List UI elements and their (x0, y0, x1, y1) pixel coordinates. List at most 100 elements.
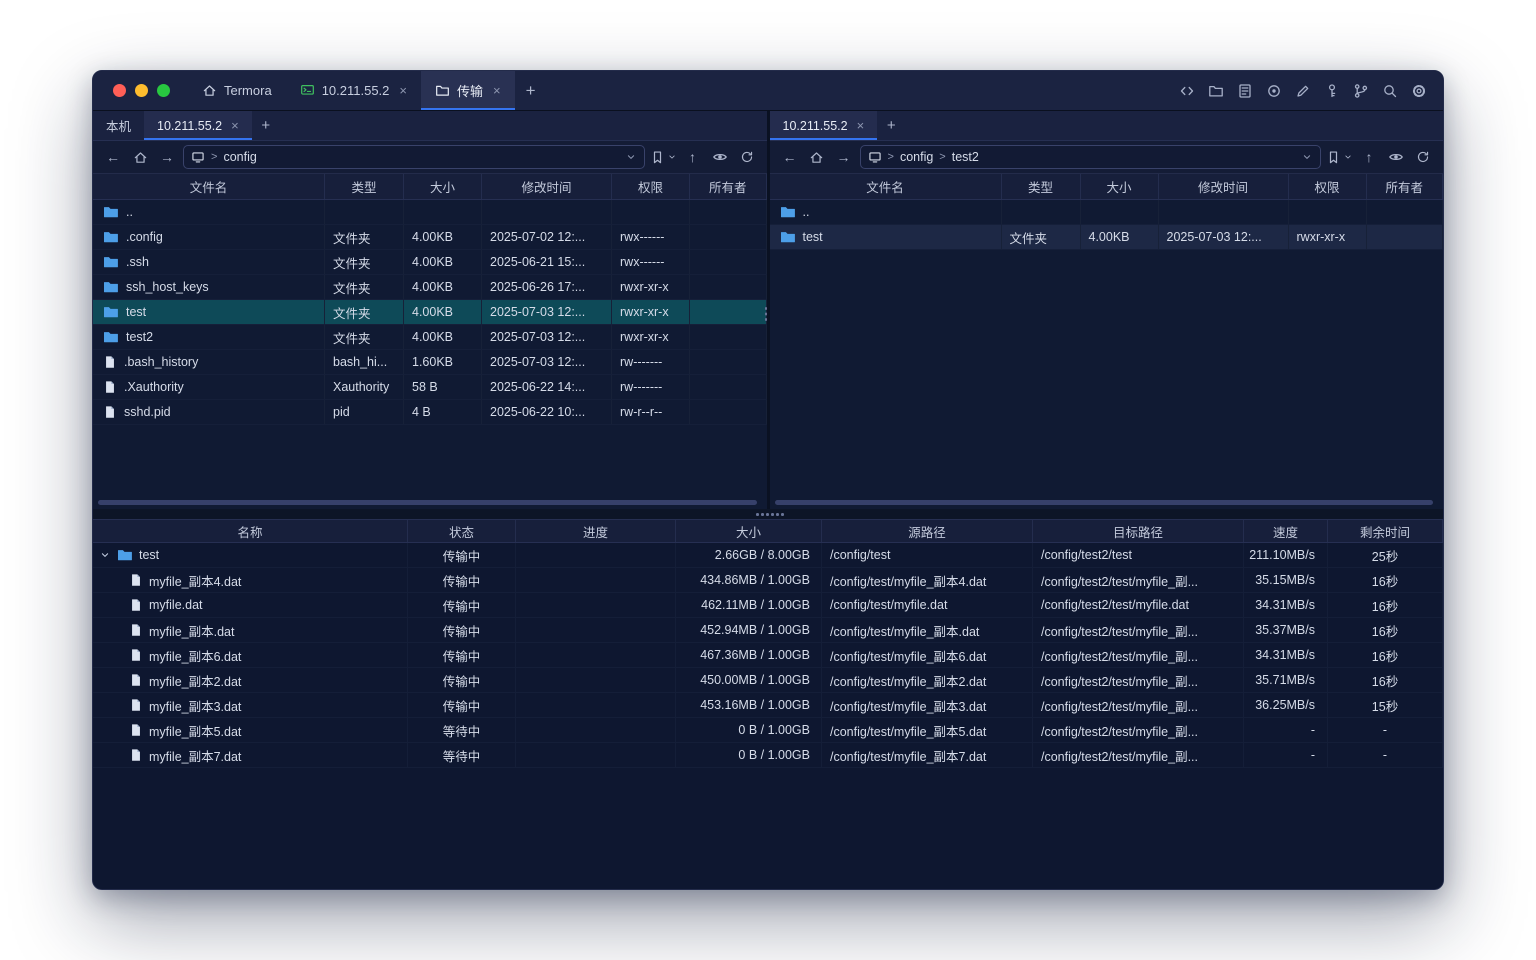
up-directory-button[interactable]: ↑ (682, 146, 704, 168)
column-type[interactable]: 类型 (325, 174, 404, 199)
show-hidden-button[interactable] (709, 146, 731, 168)
transfer-row[interactable]: myfile_副本4.dat 传输中 42% 434.86MB / 1.00GB… (93, 568, 1443, 593)
refresh-button[interactable] (736, 146, 758, 168)
forward-button[interactable]: → (833, 146, 855, 168)
column-size[interactable]: 大小 (404, 174, 482, 199)
new-tab-button[interactable]: + (515, 71, 547, 110)
home-button[interactable] (806, 146, 828, 168)
close-tab-icon[interactable]: × (231, 119, 239, 132)
transfer-speed: - (1244, 718, 1328, 742)
column-filename[interactable]: 文件名 (93, 174, 325, 199)
minimize-window-button[interactable] (135, 84, 148, 97)
transfer-splitter[interactable] (93, 509, 1443, 519)
column-speed[interactable]: 速度 (1244, 520, 1328, 542)
bookmark-button[interactable] (1326, 146, 1353, 168)
path-bar[interactable]: > config > test2 (860, 145, 1322, 169)
bookmark-button[interactable] (650, 146, 677, 168)
chevron-down-icon[interactable] (1301, 151, 1313, 163)
column-status[interactable]: 状态 (408, 520, 516, 542)
close-window-button[interactable] (113, 84, 126, 97)
table-row[interactable]: ssh_host_keys 文件夹 4.00KB 2025-06-26 17:.… (93, 275, 767, 300)
file-list: .. .config 文件夹 4.00KB 2025-07-02 12:... … (93, 200, 767, 425)
home-icon (133, 150, 148, 165)
table-row[interactable]: .bash_history bash_hi... 1.60KB 2025-07-… (93, 350, 767, 375)
transfer-row[interactable]: myfile_副本3.dat 传输中 44% 453.16MB / 1.00GB… (93, 693, 1443, 718)
key-icon[interactable] (1323, 82, 1340, 99)
table-row[interactable]: test2 文件夹 4.00KB 2025-07-03 12:... rwxr-… (93, 325, 767, 350)
tab-label: Termora (224, 83, 272, 98)
column-owner[interactable]: 所有者 (690, 174, 767, 199)
record-icon[interactable] (1265, 82, 1282, 99)
show-hidden-button[interactable] (1385, 146, 1407, 168)
table-row[interactable]: .config 文件夹 4.00KB 2025-07-02 12:... rwx… (93, 225, 767, 250)
transfer-row[interactable]: myfile_副本5.dat 等待中 0% 0 B / 1.00GB /conf… (93, 718, 1443, 743)
transfer-row[interactable]: myfile_副本2.dat 传输中 43% 450.00MB / 1.00GB… (93, 668, 1443, 693)
new-tab-button[interactable]: + (877, 111, 905, 140)
close-tab-icon[interactable]: × (493, 84, 501, 97)
forward-button[interactable]: → (156, 146, 178, 168)
tab-local[interactable]: 本机 (93, 111, 144, 140)
column-modified[interactable]: 修改时间 (482, 174, 612, 199)
column-permissions[interactable]: 权限 (612, 174, 690, 199)
file-permissions: rw------- (612, 350, 690, 374)
table-row[interactable]: test 文件夹 4.00KB 2025-07-03 12:... rwxr-x… (770, 225, 1444, 250)
breadcrumb-segment[interactable]: config (900, 150, 933, 164)
close-tab-icon[interactable]: × (857, 119, 865, 132)
right-pane-toolbar: ← → > config > test2 ↑ (770, 141, 1444, 174)
transfer-row[interactable]: myfile_副本6.dat 传输中 45% 467.36MB / 1.00GB… (93, 643, 1443, 668)
back-button[interactable]: ← (102, 146, 124, 168)
edit-icon[interactable] (1294, 82, 1311, 99)
tab-remote-10-211-55-2[interactable]: 10.211.55.2 × (144, 111, 252, 140)
transfer-target-path: /config/test2/test/myfile_副... (1033, 743, 1244, 767)
table-row[interactable]: .Xauthority Xauthority 58 B 2025-06-22 1… (93, 375, 767, 400)
new-tab-button[interactable]: + (252, 111, 280, 140)
table-row[interactable]: .. (93, 200, 767, 225)
transfer-speed: 34.31MB/s (1244, 593, 1328, 617)
transfer-row[interactable]: test 传输中 33% 2.66GB / 8.00GB /config/tes… (93, 543, 1443, 568)
horizontal-scrollbar[interactable] (775, 500, 1434, 505)
folder-icon[interactable] (1207, 82, 1224, 99)
column-source-path[interactable]: 源路径 (822, 520, 1033, 542)
chevron-down-icon[interactable] (625, 151, 637, 163)
tab-termora[interactable]: Termora (188, 71, 286, 110)
refresh-button[interactable] (1412, 146, 1434, 168)
tab-remote-10-211-55-2[interactable]: 10.211.55.2 × (770, 111, 878, 140)
table-row[interactable]: .ssh 文件夹 4.00KB 2025-06-21 15:... rwx---… (93, 250, 767, 275)
home-button[interactable] (129, 146, 151, 168)
breadcrumb-segment[interactable]: test2 (952, 150, 979, 164)
column-filename[interactable]: 文件名 (770, 174, 1002, 199)
code-icon[interactable] (1178, 82, 1195, 99)
column-size[interactable]: 大小 (676, 520, 822, 542)
search-icon[interactable] (1381, 82, 1398, 99)
column-type[interactable]: 类型 (1002, 174, 1081, 199)
tab-transfer[interactable]: 传输 × (421, 71, 515, 110)
maximize-window-button[interactable] (157, 84, 170, 97)
column-modified[interactable]: 修改时间 (1159, 174, 1289, 199)
up-directory-button[interactable]: ↑ (1358, 146, 1380, 168)
column-target-path[interactable]: 目标路径 (1033, 520, 1244, 542)
horizontal-scrollbar[interactable] (98, 500, 757, 505)
back-button[interactable]: ← (779, 146, 801, 168)
table-row[interactable]: sshd.pid pid 4 B 2025-06-22 10:... rw-r-… (93, 400, 767, 425)
expand-chevron-icon[interactable] (99, 549, 111, 561)
column-remaining-time[interactable]: 剩余时间 (1328, 520, 1443, 542)
transfer-row[interactable]: myfile_副本.dat 传输中 44% 452.94MB / 1.00GB … (93, 618, 1443, 643)
table-row[interactable]: .. (770, 200, 1444, 225)
document-icon[interactable] (1236, 82, 1253, 99)
branch-icon[interactable] (1352, 82, 1369, 99)
tab-host-10-211-55-2[interactable]: 10.211.55.2 × (286, 71, 421, 110)
table-row[interactable]: test 文件夹 4.00KB 2025-07-03 12:... rwxr-x… (93, 300, 767, 325)
column-name[interactable]: 名称 (93, 520, 408, 542)
column-owner[interactable]: 所有者 (1367, 174, 1444, 199)
path-bar[interactable]: > config (183, 145, 645, 169)
column-permissions[interactable]: 权限 (1289, 174, 1367, 199)
column-progress[interactable]: 进度 (516, 520, 676, 542)
close-tab-icon[interactable]: × (399, 84, 407, 97)
file-size: 4.00KB (404, 275, 482, 299)
breadcrumb-segment[interactable]: config (223, 150, 256, 164)
column-size[interactable]: 大小 (1081, 174, 1159, 199)
transfer-row[interactable]: myfile.dat 传输中 45% 462.11MB / 1.00GB /co… (93, 593, 1443, 618)
transfer-row[interactable]: myfile_副本7.dat 等待中 0% 0 B / 1.00GB /conf… (93, 743, 1443, 768)
settings-icon[interactable] (1410, 82, 1427, 99)
file-icon (129, 673, 143, 687)
